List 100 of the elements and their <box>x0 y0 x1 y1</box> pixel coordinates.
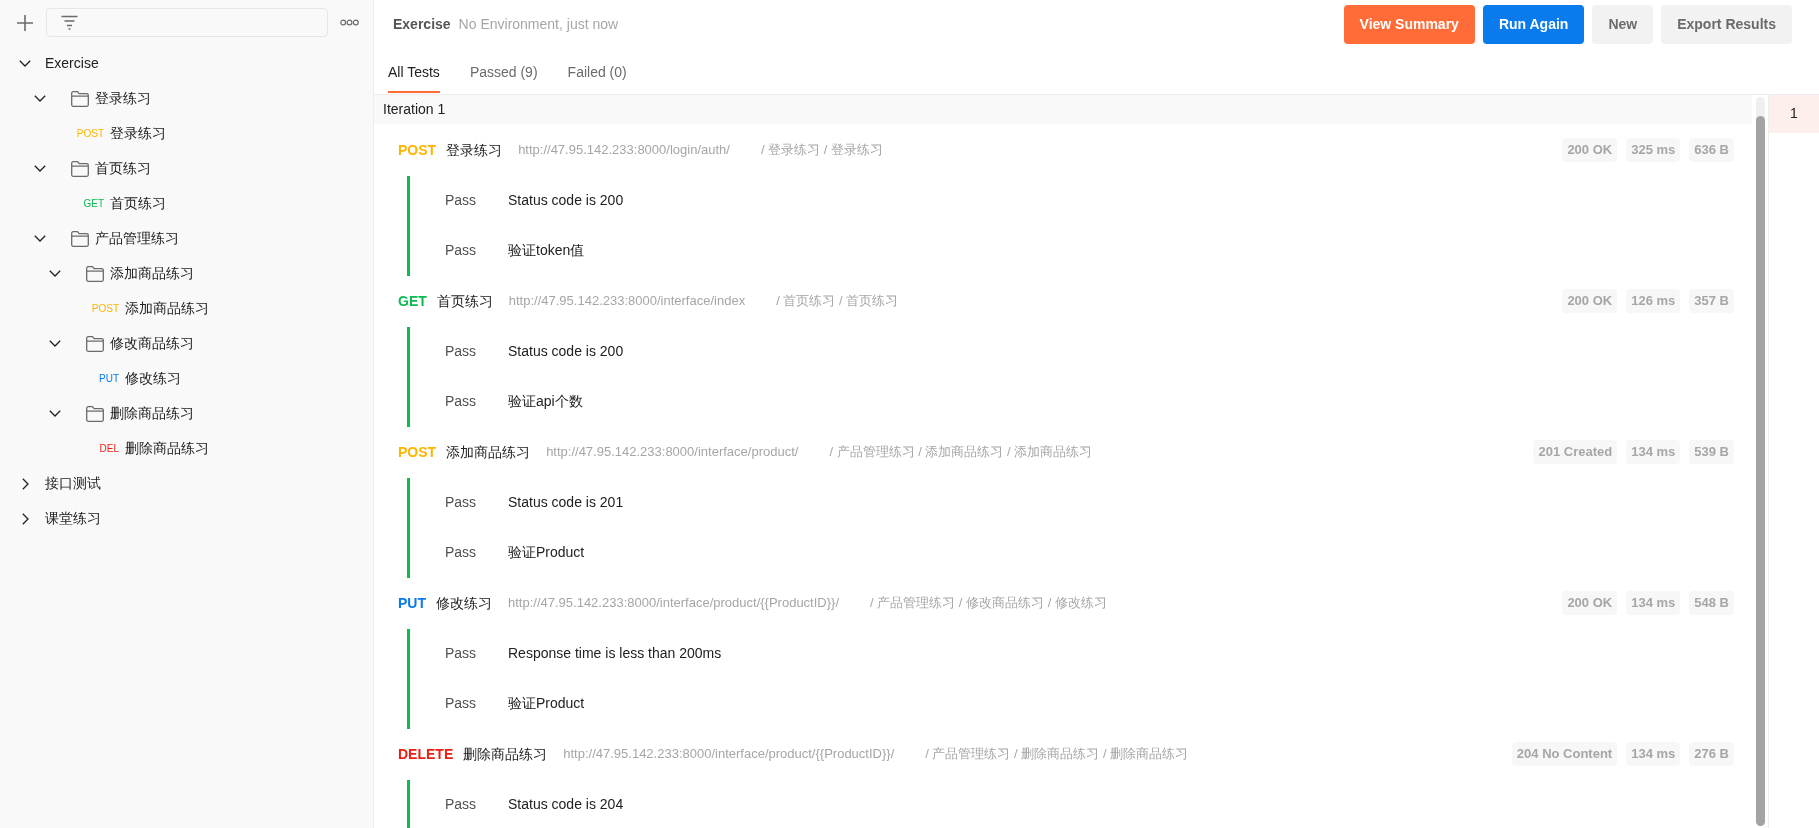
status-badge: 200 OK <box>1562 591 1618 615</box>
collection-title: Exercise <box>393 15 451 35</box>
test-status: Pass <box>445 543 478 563</box>
folder-icon <box>71 230 89 247</box>
chevron-down-icon[interactable] <box>49 340 61 347</box>
request-path: / 首页练习 / 首页练习 <box>776 292 899 311</box>
test-name: Status code is 200 <box>508 342 624 362</box>
chevron-down-icon[interactable] <box>34 165 46 172</box>
chevron-down-icon[interactable] <box>49 410 61 417</box>
chevron-down-icon[interactable] <box>19 60 31 67</box>
request-url: http://47.95.142.233:8000/interface/product/{{ProductID}}/ <box>508 594 840 613</box>
size-badge: 276 B <box>1689 742 1734 766</box>
test-name: 验证token值 <box>508 241 585 261</box>
time-badge: 134 ms <box>1626 440 1681 464</box>
time-badge: 325 ms <box>1626 138 1681 162</box>
request-path: / 产品管理练习 / 删除商品练习 / 删除商品练习 <box>925 745 1189 764</box>
request-url: http://47.95.142.233:8000/interface/product/ <box>546 443 799 462</box>
folder-icon <box>86 405 104 422</box>
method-label: DEL <box>98 442 119 456</box>
export-results-button[interactable]: Export Results <box>1661 5 1792 45</box>
request-name[interactable]: 删除商品练习 <box>125 438 209 459</box>
request-path: / 产品管理练习 / 添加商品练习 / 添加商品练习 <box>829 443 1093 462</box>
request-name[interactable]: 修改练习 <box>436 592 492 614</box>
request-url: http://47.95.142.233:8000/interface/product/{{ProductID}}/ <box>563 745 895 764</box>
folder-name[interactable]: 删除商品练习 <box>110 403 194 424</box>
collection-name[interactable]: Exercise <box>45 53 99 74</box>
method-label: POST <box>398 442 437 462</box>
test-status: Pass <box>445 493 478 513</box>
request-path: / 产品管理练习 / 修改商品练习 / 修改练习 <box>870 594 1107 613</box>
test-name: 验证api个数 <box>508 392 583 412</box>
tab[interactable]: All Tests <box>388 61 440 93</box>
time-badge: 126 ms <box>1626 289 1681 313</box>
chevron-down-icon[interactable] <box>49 270 61 277</box>
size-badge: 357 B <box>1689 289 1734 313</box>
request-name[interactable]: 添加商品练习 <box>125 298 209 319</box>
request-name[interactable]: 登录练习 <box>110 123 166 144</box>
collection-name[interactable]: 接口测试 <box>45 473 101 494</box>
status-badge: 201 Created <box>1533 440 1618 464</box>
method-label: PUT <box>98 372 119 386</box>
test-status: Pass <box>445 392 478 412</box>
collection-name[interactable]: 课堂练习 <box>45 508 101 529</box>
filter-icon <box>61 15 78 30</box>
test-name: Status code is 204 <box>508 795 624 815</box>
tab[interactable]: Failed (0) <box>567 61 627 93</box>
new-button[interactable]: New <box>1592 5 1654 45</box>
folder-icon <box>71 160 89 177</box>
size-badge: 636 B <box>1689 138 1734 162</box>
request-path: / 登录练习 / 登录练习 <box>760 141 883 160</box>
folder-name[interactable]: 添加商品练习 <box>110 263 194 284</box>
folder-name[interactable]: 登录练习 <box>95 88 151 109</box>
request-url: http://47.95.142.233:8000/interface/index <box>508 292 746 311</box>
add-icon[interactable] <box>16 13 34 32</box>
chevron-down-icon[interactable] <box>34 95 46 102</box>
status-badge: 200 OK <box>1562 138 1618 162</box>
request-url: http://47.95.142.233:8000/login/auth/ <box>518 141 730 160</box>
test-name: 验证Product <box>508 694 585 714</box>
size-badge: 539 B <box>1689 440 1734 464</box>
folder-name[interactable]: 首页练习 <box>95 158 151 179</box>
test-name: 验证Product <box>508 543 585 563</box>
chevron-right-icon[interactable] <box>21 477 29 490</box>
method-label: GET <box>398 291 427 311</box>
more-options-icon[interactable] <box>340 19 359 26</box>
test-status: Pass <box>445 191 478 211</box>
status-badge: 200 OK <box>1562 289 1618 313</box>
chevron-down-icon[interactable] <box>34 235 46 242</box>
test-name: Response time is less than 200ms <box>508 644 722 664</box>
request-name[interactable]: 删除商品练习 <box>463 743 548 765</box>
test-status: Pass <box>445 694 478 714</box>
folder-name[interactable]: 修改商品练习 <box>110 333 194 354</box>
iteration-tab[interactable]: 1 <box>1769 94 1819 133</box>
method-label: PUT <box>398 593 426 613</box>
method-label: DELETE <box>398 744 454 764</box>
request-name[interactable]: 修改练习 <box>125 368 181 389</box>
size-badge: 548 B <box>1689 591 1734 615</box>
method-label: POST <box>398 140 437 160</box>
folder-icon <box>86 335 104 352</box>
filter-field[interactable] <box>46 8 328 37</box>
test-status: Pass <box>445 241 478 261</box>
folder-name[interactable]: 产品管理练习 <box>95 228 179 249</box>
request-name[interactable]: 首页练习 <box>110 193 166 214</box>
run-info: No Environment, just now <box>458 15 619 35</box>
request-name[interactable]: 登录练习 <box>446 139 503 161</box>
run-again-button[interactable]: Run Again <box>1482 5 1585 45</box>
test-status: Pass <box>445 342 478 362</box>
method-label: POST <box>75 127 104 141</box>
test-name: Status code is 200 <box>508 191 624 211</box>
iteration-title: Iteration 1 <box>383 99 446 119</box>
folder-icon <box>71 90 89 107</box>
method-label: GET <box>82 197 104 211</box>
request-name[interactable]: 添加商品练习 <box>446 441 531 463</box>
time-badge: 134 ms <box>1626 591 1681 615</box>
time-badge: 134 ms <box>1626 742 1681 766</box>
tab[interactable]: Passed (9) <box>469 61 538 93</box>
test-status: Pass <box>445 644 478 664</box>
folder-icon <box>86 265 104 282</box>
test-name: Status code is 201 <box>508 493 624 513</box>
status-badge: 204 No Content <box>1511 742 1618 766</box>
chevron-right-icon[interactable] <box>21 512 29 525</box>
request-name[interactable]: 首页练习 <box>436 290 493 312</box>
test-status: Pass <box>445 795 478 815</box>
